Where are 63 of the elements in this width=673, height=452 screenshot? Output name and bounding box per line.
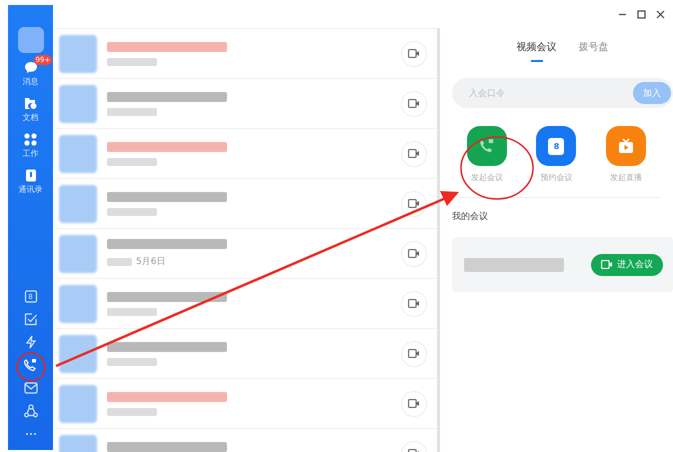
nav-label[interactable]: 通讯录	[18, 184, 42, 195]
video-camera-icon	[408, 299, 420, 308]
video-call-button[interactable]	[401, 290, 427, 316]
maximize-icon[interactable]	[637, 10, 646, 18]
video-camera-icon	[408, 99, 420, 108]
pixelated-avatar	[59, 184, 97, 222]
meeting-action[interactable]: 发起直播	[606, 126, 646, 183]
phone-video-icon[interactable]	[23, 358, 38, 372]
nav-label[interactable]: 工作	[22, 148, 38, 159]
video-camera-icon	[408, 49, 420, 58]
close-icon[interactable]	[656, 10, 665, 18]
folder-icon	[24, 97, 38, 110]
video-camera-icon	[408, 249, 420, 258]
video-camera-icon	[408, 349, 420, 358]
video-call-button[interactable]	[401, 140, 427, 166]
tab[interactable]: 拨号盘	[578, 40, 608, 62]
phone-video-icon	[466, 126, 507, 166]
pixelated-message	[107, 258, 132, 266]
video-call-button[interactable]	[401, 240, 427, 266]
pixelated-message	[107, 408, 157, 416]
pixelated-avatar	[59, 384, 97, 422]
section-title: 我的会议	[452, 210, 489, 223]
pixelated-message	[107, 58, 157, 66]
pixelated-message	[107, 208, 157, 216]
lightning-icon[interactable]	[24, 335, 36, 349]
pixelated-avatar	[59, 334, 97, 372]
tv-play-icon	[606, 126, 646, 166]
calendar-date: 8	[548, 138, 564, 154]
nav-label[interactable]: 文档	[22, 112, 38, 123]
video-camera-icon	[408, 149, 420, 158]
video-call-button[interactable]	[401, 40, 427, 66]
people-circle-icon[interactable]	[24, 404, 38, 418]
video-camera-icon	[408, 399, 420, 408]
pixelated-avatar	[59, 284, 97, 322]
chat-date: 5月6日	[136, 256, 166, 268]
chat-bubble-icon	[24, 61, 38, 74]
pixelated-avatar	[59, 84, 97, 122]
pixelated-avatar	[59, 134, 97, 172]
pixelated-avatar	[59, 34, 97, 72]
video-call-button[interactable]	[401, 90, 427, 116]
pixelated-avatar	[59, 234, 97, 272]
tab[interactable]: 视频会议	[516, 40, 556, 62]
envelope-icon[interactable]	[24, 382, 38, 394]
enter-meeting-button[interactable]: 进入会议	[591, 254, 663, 276]
meeting-action[interactable]: 8 预约会议	[536, 126, 576, 183]
video-call-button[interactable]	[401, 390, 427, 416]
nav-label[interactable]: 消息	[22, 76, 38, 87]
more-icon[interactable]	[24, 432, 36, 436]
pixelated-message	[107, 308, 157, 316]
pixelated-message	[107, 358, 157, 366]
join-button[interactable]: 加入	[633, 82, 671, 104]
circle-annotation	[16, 352, 46, 382]
address-book-icon	[24, 169, 36, 182]
video-call-button[interactable]	[401, 190, 427, 216]
checkbox-icon[interactable]	[24, 312, 38, 326]
meeting-code-field[interactable]: 入会口令 加入	[452, 78, 673, 108]
meeting-action[interactable]: 发起会议	[466, 126, 507, 183]
video-call-button[interactable]	[401, 340, 427, 366]
video-camera-icon	[601, 260, 613, 269]
pixelated-message	[107, 158, 157, 166]
video-camera-icon	[408, 199, 420, 208]
pixelated-message	[107, 108, 157, 116]
grid-icon	[24, 133, 37, 146]
